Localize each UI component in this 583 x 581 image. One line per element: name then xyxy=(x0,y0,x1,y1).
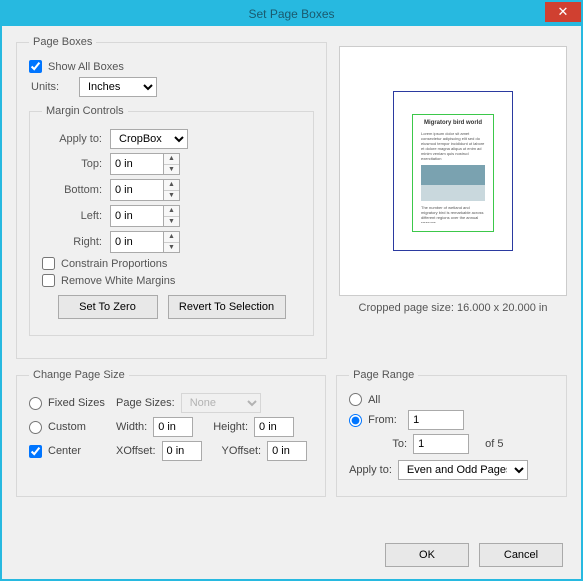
range-apply-label: Apply to: xyxy=(349,464,392,476)
center-label: Center xyxy=(48,445,116,457)
to-label: To: xyxy=(367,438,407,450)
from-input[interactable] xyxy=(408,410,464,430)
margin-controls-legend: Margin Controls xyxy=(42,105,128,117)
top-label: Top: xyxy=(42,158,102,170)
page-sizes-label: Page Sizes: xyxy=(116,397,175,409)
change-page-size-legend: Change Page Size xyxy=(29,369,129,381)
left-input[interactable] xyxy=(110,205,164,227)
height-label: Height: xyxy=(213,421,248,433)
range-apply-select[interactable]: Even and Odd Pages xyxy=(398,460,528,480)
xoffset-input[interactable] xyxy=(162,441,202,461)
remove-white-check[interactable]: Remove White Margins xyxy=(42,274,301,287)
up-arrow-icon[interactable]: ▲ xyxy=(164,154,179,165)
yoffset-label: YOffset: xyxy=(222,445,262,457)
crop-outline: Migratory bird world Lorem ipsum dolor s… xyxy=(412,114,494,232)
ok-button[interactable]: OK xyxy=(385,543,469,567)
page-sizes-select: None xyxy=(181,393,261,413)
units-label: Units: xyxy=(31,81,71,93)
of-pages-label: of 5 xyxy=(485,438,503,450)
cropped-size-label: Cropped page size: 16.000 x 20.000 in xyxy=(339,302,567,314)
revert-selection-button[interactable]: Revert To Selection xyxy=(168,295,286,319)
down-arrow-icon[interactable]: ▼ xyxy=(164,191,179,201)
cancel-button[interactable]: Cancel xyxy=(479,543,563,567)
dialog-body: Page Boxes Show All Boxes Units: Inches … xyxy=(2,26,581,579)
change-page-size-group: Change Page Size Fixed Sizes Page Sizes:… xyxy=(16,369,326,497)
close-icon: ✕ xyxy=(558,4,569,20)
from-radio[interactable] xyxy=(349,414,362,427)
center-check[interactable] xyxy=(29,445,42,458)
all-pages-radio[interactable] xyxy=(349,393,362,406)
margin-apply-select[interactable]: CropBox xyxy=(110,129,188,149)
margin-apply-label: Apply to: xyxy=(42,133,102,145)
all-pages-label: All xyxy=(368,394,380,406)
yoffset-input[interactable] xyxy=(267,441,307,461)
page-thumbnail: Migratory bird world Lorem ipsum dolor s… xyxy=(393,91,513,251)
show-all-boxes-check[interactable]: Show All Boxes xyxy=(29,60,314,73)
from-label: From: xyxy=(368,414,408,426)
right-spinner[interactable]: ▲▼ xyxy=(110,231,180,253)
width-label: Width: xyxy=(116,421,147,433)
page-range-legend: Page Range xyxy=(349,369,418,381)
up-arrow-icon[interactable]: ▲ xyxy=(164,180,179,191)
doc-title-placeholder: Migratory bird world xyxy=(421,120,485,126)
fixed-sizes-radio[interactable] xyxy=(29,397,42,410)
remove-white-label: Remove White Margins xyxy=(61,275,175,287)
up-arrow-icon[interactable]: ▲ xyxy=(164,232,179,243)
down-arrow-icon[interactable]: ▼ xyxy=(164,217,179,227)
bottom-input[interactable] xyxy=(110,179,164,201)
left-spinner[interactable]: ▲▼ xyxy=(110,205,180,227)
page-boxes-legend: Page Boxes xyxy=(29,36,96,48)
title-bar: Set Page Boxes ✕ xyxy=(2,2,581,26)
left-label: Left: xyxy=(42,210,102,222)
height-input[interactable] xyxy=(254,417,294,437)
bottom-spinner[interactable]: ▲▼ xyxy=(110,179,180,201)
right-label: Right: xyxy=(42,236,102,248)
custom-radio[interactable] xyxy=(29,421,42,434)
show-all-boxes-input[interactable] xyxy=(29,60,42,73)
down-arrow-icon[interactable]: ▼ xyxy=(164,243,179,253)
units-select[interactable]: Inches xyxy=(79,77,157,97)
top-spinner[interactable]: ▲▼ xyxy=(110,153,180,175)
custom-label: Custom xyxy=(48,421,116,433)
dialog-title: Set Page Boxes xyxy=(2,7,581,21)
down-arrow-icon[interactable]: ▼ xyxy=(164,165,179,175)
remove-white-input[interactable] xyxy=(42,274,55,287)
show-all-boxes-label: Show All Boxes xyxy=(48,61,124,73)
xoffset-label: XOffset: xyxy=(116,445,156,457)
doc-text-placeholder: Lorem ipsum dolor sit amet consectetur a… xyxy=(421,131,485,163)
bottom-label: Bottom: xyxy=(42,184,102,196)
page-range-group: Page Range All From: To: of 5 Apply to: … xyxy=(336,369,567,497)
margin-controls-group: Margin Controls Apply to: CropBox Top: ▲… xyxy=(29,105,314,336)
page-boxes-group: Page Boxes Show All Boxes Units: Inches … xyxy=(16,36,327,359)
constrain-proportions-label: Constrain Proportions xyxy=(61,258,167,270)
constrain-proportions-check[interactable]: Constrain Proportions xyxy=(42,257,301,270)
constrain-proportions-input[interactable] xyxy=(42,257,55,270)
width-input[interactable] xyxy=(153,417,193,437)
doc-image-placeholder xyxy=(421,165,485,201)
close-button[interactable]: ✕ xyxy=(545,2,581,22)
page-preview: Migratory bird world Lorem ipsum dolor s… xyxy=(339,46,567,296)
right-input[interactable] xyxy=(110,231,164,253)
fixed-sizes-label: Fixed Sizes xyxy=(48,397,116,409)
to-input[interactable] xyxy=(413,434,469,454)
set-to-zero-button[interactable]: Set To Zero xyxy=(58,295,158,319)
up-arrow-icon[interactable]: ▲ xyxy=(164,206,179,217)
top-input[interactable] xyxy=(110,153,164,175)
doc-text2-placeholder: The number of wetland and migratory bird… xyxy=(421,205,485,223)
